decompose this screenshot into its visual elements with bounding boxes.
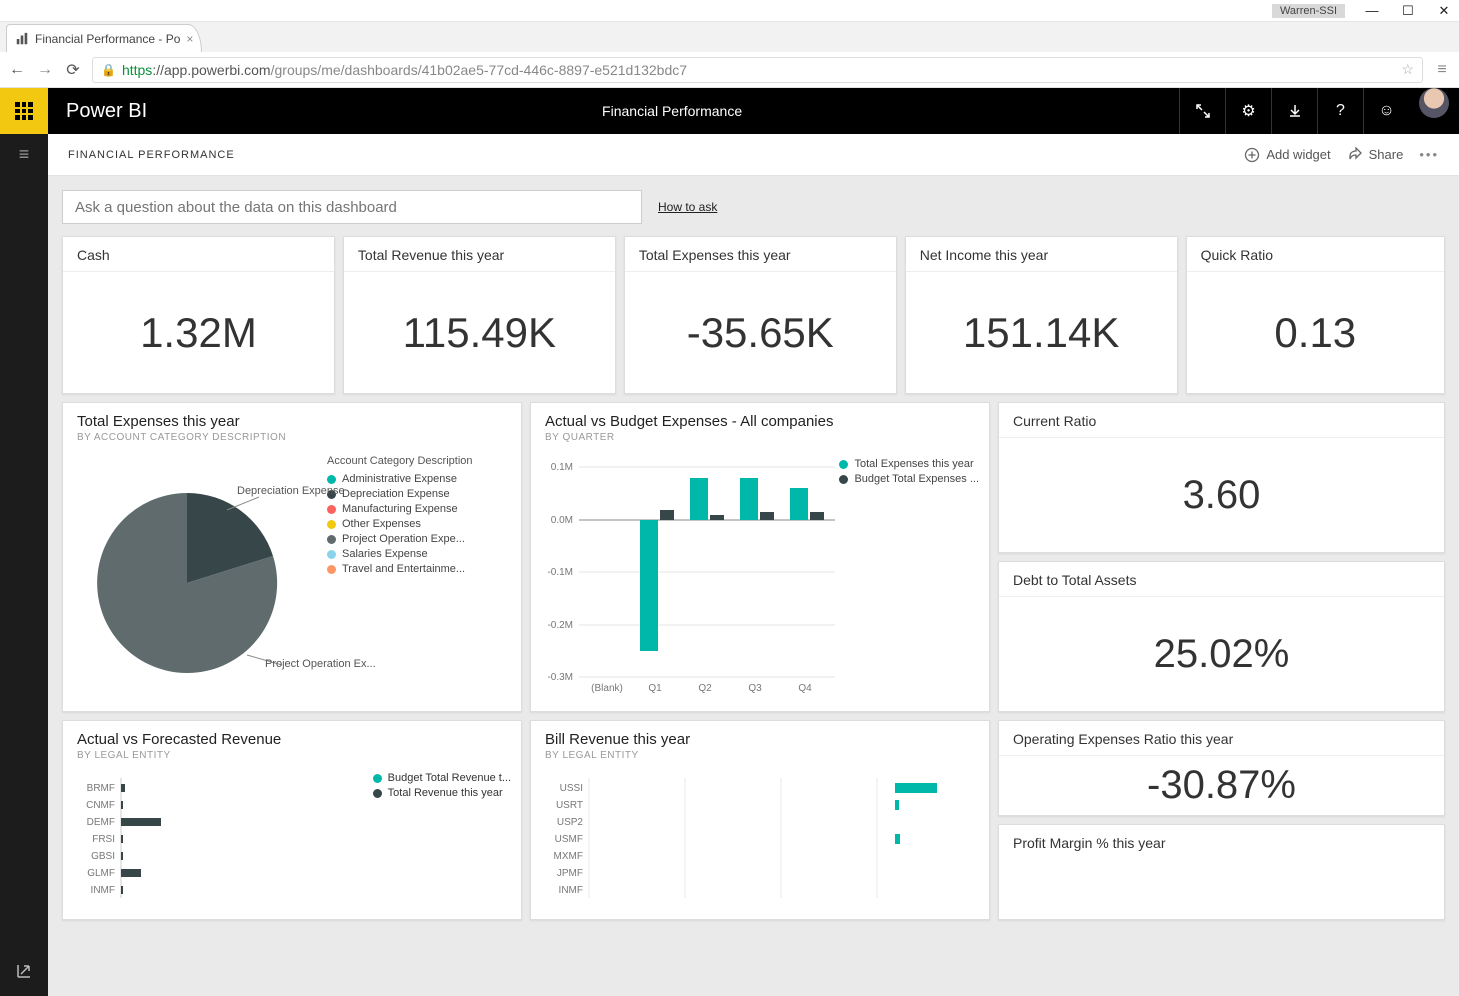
- browser-tab[interactable]: Financial Performance - Po ×: [6, 24, 202, 52]
- tab-close-icon[interactable]: ×: [186, 32, 193, 46]
- more-button[interactable]: •••: [1419, 147, 1439, 162]
- top-actions: ⚙ ? ☺: [1179, 88, 1459, 134]
- add-widget-button[interactable]: Add widget: [1244, 147, 1330, 163]
- svg-text:0.1M: 0.1M: [551, 462, 573, 473]
- tile-expenses-pie[interactable]: Total Expenses this year BY ACCOUNT CATE…: [62, 402, 522, 712]
- svg-text:USSI: USSI: [560, 783, 583, 794]
- svg-text:(Blank): (Blank): [591, 683, 623, 694]
- svg-text:USMF: USMF: [555, 834, 583, 845]
- svg-text:CNMF: CNMF: [86, 800, 115, 811]
- url-path: /groups/me/dashboards/41b02ae5-77cd-446c…: [271, 62, 687, 78]
- svg-text:MXMF: MXMF: [554, 851, 583, 862]
- dashboard-title: Financial Performance: [165, 103, 1179, 119]
- kpi-tile-current-ratio[interactable]: Current Ratio 3.60: [998, 402, 1445, 553]
- svg-text:INMF: INMF: [559, 885, 583, 896]
- browser-menu-icon[interactable]: ≡: [1433, 61, 1451, 79]
- tile-forecasted-revenue[interactable]: Actual vs Forecasted Revenue BY LEGAL EN…: [62, 720, 522, 920]
- nav-menu-icon[interactable]: ≡: [19, 144, 30, 165]
- svg-text:USP2: USP2: [557, 817, 584, 828]
- favicon-icon: [15, 32, 29, 46]
- os-user-tag: Warren-SSI: [1272, 4, 1345, 18]
- maximize-button[interactable]: ☐: [1399, 3, 1417, 19]
- svg-text:INMF: INMF: [91, 885, 115, 896]
- kpi-tile-debt[interactable]: Debt to Total Assets 25.02%: [998, 561, 1445, 712]
- url-input[interactable]: 🔒 https ://app.powerbi.com /groups/me/da…: [92, 57, 1423, 83]
- browser-toolbar: ← → ⟳ 🔒 https ://app.powerbi.com /groups…: [0, 52, 1459, 88]
- plus-circle-icon: [1244, 147, 1260, 163]
- feedback-button[interactable]: ☺: [1363, 88, 1409, 134]
- kpi-tile-cash[interactable]: Cash 1.32M: [62, 236, 335, 394]
- help-button[interactable]: ?: [1317, 88, 1363, 134]
- svg-text:0.0M: 0.0M: [551, 515, 573, 526]
- kpi-tile-opex-ratio[interactable]: Operating Expenses Ratio this year -30.8…: [998, 720, 1445, 816]
- breadcrumb: FINANCIAL PERFORMANCE: [68, 149, 235, 161]
- svg-text:GLMF: GLMF: [87, 868, 115, 879]
- tile-budget-bars[interactable]: Actual vs Budget Expenses - All companie…: [530, 402, 990, 712]
- svg-text:Q2: Q2: [698, 683, 712, 694]
- brand-label: Power BI: [48, 100, 165, 123]
- app-launcher-button[interactable]: [0, 88, 48, 134]
- app-top-bar: Power BI Financial Performance ⚙ ? ☺: [0, 88, 1459, 134]
- os-title-bar: Warren-SSI — ☐ ✕: [0, 0, 1459, 22]
- svg-text:DEMF: DEMF: [87, 817, 115, 828]
- fullscreen-button[interactable]: [1179, 88, 1225, 134]
- svg-text:Q3: Q3: [748, 683, 762, 694]
- hbar1-legend: Budget Total Revenue t... Total Revenue …: [373, 769, 511, 802]
- bar-chart-svg: 0.1M 0.0M -0.1M -0.2M -0.3M: [545, 455, 845, 695]
- kpi-tile-expenses[interactable]: Total Expenses this year -35.65K: [624, 236, 897, 394]
- user-avatar[interactable]: [1419, 88, 1449, 118]
- svg-text:JPMF: JPMF: [557, 868, 583, 879]
- svg-text:-0.1M: -0.1M: [547, 567, 573, 578]
- svg-text:GBSI: GBSI: [91, 851, 115, 862]
- svg-text:Q1: Q1: [648, 683, 662, 694]
- bookmark-icon[interactable]: ☆: [1401, 61, 1414, 78]
- url-host: ://app.powerbi.com: [152, 62, 270, 78]
- kpi-tile-netincome[interactable]: Net Income this year 151.14K: [905, 236, 1178, 394]
- share-icon: [1347, 147, 1363, 163]
- share-button[interactable]: Share: [1347, 147, 1404, 163]
- svg-text:-0.2M: -0.2M: [547, 620, 573, 631]
- qa-input[interactable]: [62, 190, 642, 224]
- sub-header: FINANCIAL PERFORMANCE Add widget Share •…: [48, 134, 1459, 176]
- kpi-tile-revenue[interactable]: Total Revenue this year 115.49K: [343, 236, 616, 394]
- svg-text:-0.3M: -0.3M: [547, 672, 573, 683]
- url-protocol: https: [122, 62, 152, 78]
- back-button[interactable]: ←: [8, 61, 26, 79]
- left-nav-rail: ≡: [0, 134, 48, 996]
- svg-text:Q4: Q4: [798, 683, 812, 694]
- download-button[interactable]: [1271, 88, 1317, 134]
- pie-legend: Account Category Description Administrat…: [327, 455, 473, 685]
- forward-button[interactable]: →: [36, 61, 54, 79]
- svg-text:BRMF: BRMF: [87, 783, 115, 794]
- hbar1-svg: BRMF CNMF DEMF FRSI GBSI GLMF INMF: [77, 773, 377, 913]
- kpi-tile-profit-margin[interactable]: Profit Margin % this year: [998, 824, 1445, 920]
- tab-title: Financial Performance - Po: [35, 32, 180, 46]
- bar-legend: Total Expenses this year Budget Total Ex…: [839, 455, 979, 488]
- tile-bill-revenue[interactable]: Bill Revenue this year BY LEGAL ENTITY U…: [530, 720, 990, 920]
- dashboard-canvas: How to ask Cash 1.32M Total Revenue this…: [48, 176, 1459, 996]
- hbar2-svg: USSI USRT USP2 USMF MXMF JPMF INMF: [545, 773, 975, 913]
- settings-button[interactable]: ⚙: [1225, 88, 1271, 134]
- svg-text:USRT: USRT: [556, 800, 583, 811]
- nav-expand-icon[interactable]: [13, 960, 35, 982]
- minimize-button[interactable]: —: [1363, 3, 1381, 18]
- reload-button[interactable]: ⟳: [64, 60, 82, 80]
- browser-tab-strip: Financial Performance - Po ×: [0, 22, 1459, 52]
- kpi-tile-quick-ratio[interactable]: Quick Ratio 0.13: [1186, 236, 1445, 394]
- svg-text:FRSI: FRSI: [92, 834, 115, 845]
- waffle-icon: [15, 102, 33, 120]
- lock-icon: 🔒: [101, 63, 116, 77]
- how-to-ask-link[interactable]: How to ask: [658, 200, 717, 214]
- close-window-button[interactable]: ✕: [1435, 3, 1453, 19]
